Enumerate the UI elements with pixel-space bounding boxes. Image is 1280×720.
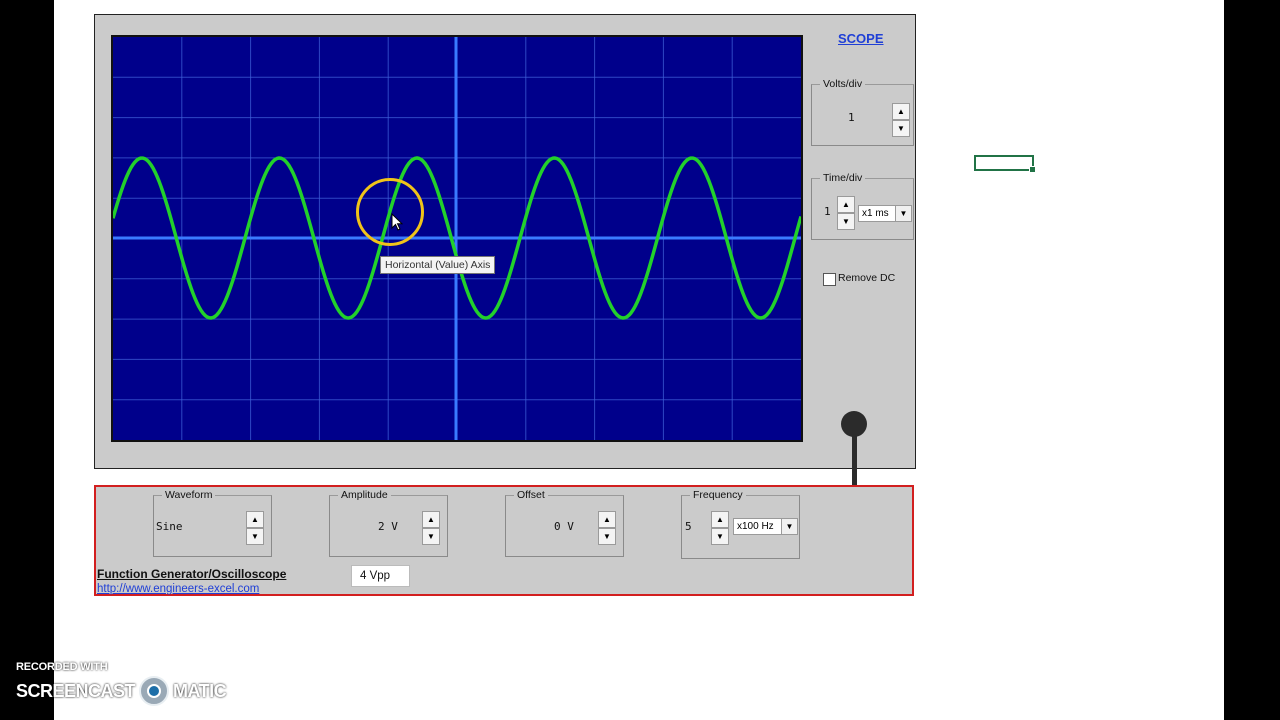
- triangle-up-icon: ▲: [842, 200, 850, 209]
- frequency-unit-select[interactable]: x100 Hz ▼: [733, 518, 798, 535]
- power-toggle-top-knob[interactable]: [841, 411, 867, 437]
- waveform-up-button[interactable]: ▲: [246, 511, 264, 528]
- mouse-pointer-icon: [391, 212, 404, 237]
- offset-label: Offset: [514, 488, 548, 502]
- triangle-down-icon: ▼: [897, 124, 905, 133]
- chevron-down-icon: ▼: [781, 519, 797, 534]
- frequency-value: 5: [685, 520, 692, 533]
- time-div-value: 1: [824, 205, 831, 218]
- screencast-logo-icon: [139, 676, 170, 706]
- waveform-value: Sine: [156, 520, 183, 533]
- triangle-down-icon: ▼: [251, 532, 259, 541]
- frequency-up-button[interactable]: ▲: [711, 511, 729, 528]
- volts-div-down-button[interactable]: ▼: [892, 120, 910, 137]
- waveform-group: Waveform Sine ▲ ▼: [153, 488, 272, 557]
- volts-div-up-button[interactable]: ▲: [892, 103, 910, 120]
- selected-cell[interactable]: [974, 155, 1036, 173]
- triangle-up-icon: ▲: [897, 107, 905, 116]
- time-div-label: Time/div: [820, 171, 866, 185]
- offset-down-button[interactable]: ▼: [598, 528, 616, 545]
- amplitude-label: Amplitude: [338, 488, 391, 502]
- triangle-down-icon: ▼: [603, 532, 611, 541]
- frequency-unit-value: x100 Hz: [737, 521, 774, 532]
- amplitude-up-button[interactable]: ▲: [422, 511, 440, 528]
- app-title: Function Generator/Oscilloscope: [97, 567, 287, 581]
- triangle-down-icon: ▼: [716, 532, 724, 541]
- offset-up-button[interactable]: ▲: [598, 511, 616, 528]
- frequency-label: Frequency: [690, 488, 746, 502]
- triangle-up-icon: ▲: [427, 515, 435, 524]
- waveform-down-button[interactable]: ▼: [246, 528, 264, 545]
- offset-group: Offset 0 V ▲ ▼: [505, 488, 624, 557]
- triangle-down-icon: ▼: [427, 532, 435, 541]
- watermark-right-text: MATIC: [173, 680, 227, 701]
- watermark-left-text: SCREENCAST: [16, 680, 136, 701]
- time-div-unit-select[interactable]: x1 ms ▼: [858, 205, 912, 222]
- amplitude-value: 2 V: [378, 520, 398, 533]
- watermark-logo: SCREENCAST MATIC: [16, 676, 227, 706]
- waveform-label: Waveform: [162, 488, 216, 502]
- volts-div-label: Volts/div: [820, 77, 866, 91]
- volts-div-group: Volts/div 1 ▲ ▼: [811, 77, 914, 146]
- triangle-up-icon: ▲: [251, 515, 259, 524]
- vpp-readout: 4 Vpp: [351, 565, 410, 587]
- website-link[interactable]: http://www.engineers-excel.com: [97, 583, 259, 595]
- scope-title-link[interactable]: SCOPE: [838, 31, 884, 46]
- offset-value: 0 V: [554, 520, 574, 533]
- time-div-unit-value: x1 ms: [862, 208, 889, 219]
- oscilloscope-screen: [111, 35, 803, 442]
- scope-display: [113, 37, 801, 440]
- watermark-recorded-with: RECORDED WITH: [16, 661, 108, 673]
- frequency-down-button[interactable]: ▼: [711, 528, 729, 545]
- frequency-group: Frequency 5 ▲ ▼ x100 Hz ▼: [681, 488, 800, 559]
- volts-div-value: 1: [848, 111, 855, 124]
- triangle-up-icon: ▲: [716, 515, 724, 524]
- amplitude-group: Amplitude 2 V ▲ ▼: [329, 488, 448, 557]
- chevron-down-icon: ▼: [895, 206, 911, 221]
- time-div-group: Time/div 1 ▲ ▼ x1 ms ▼: [811, 171, 914, 240]
- time-div-up-button[interactable]: ▲: [837, 196, 855, 213]
- amplitude-down-button[interactable]: ▼: [422, 528, 440, 545]
- remove-dc-checkbox[interactable]: [823, 273, 836, 286]
- time-div-down-button[interactable]: ▼: [837, 213, 855, 230]
- remove-dc-label: Remove DC: [838, 272, 896, 284]
- cursor-highlight-ring: [356, 178, 424, 246]
- axis-tooltip: Horizontal (Value) Axis: [380, 256, 496, 274]
- triangle-up-icon: ▲: [603, 515, 611, 524]
- triangle-down-icon: ▼: [842, 217, 850, 226]
